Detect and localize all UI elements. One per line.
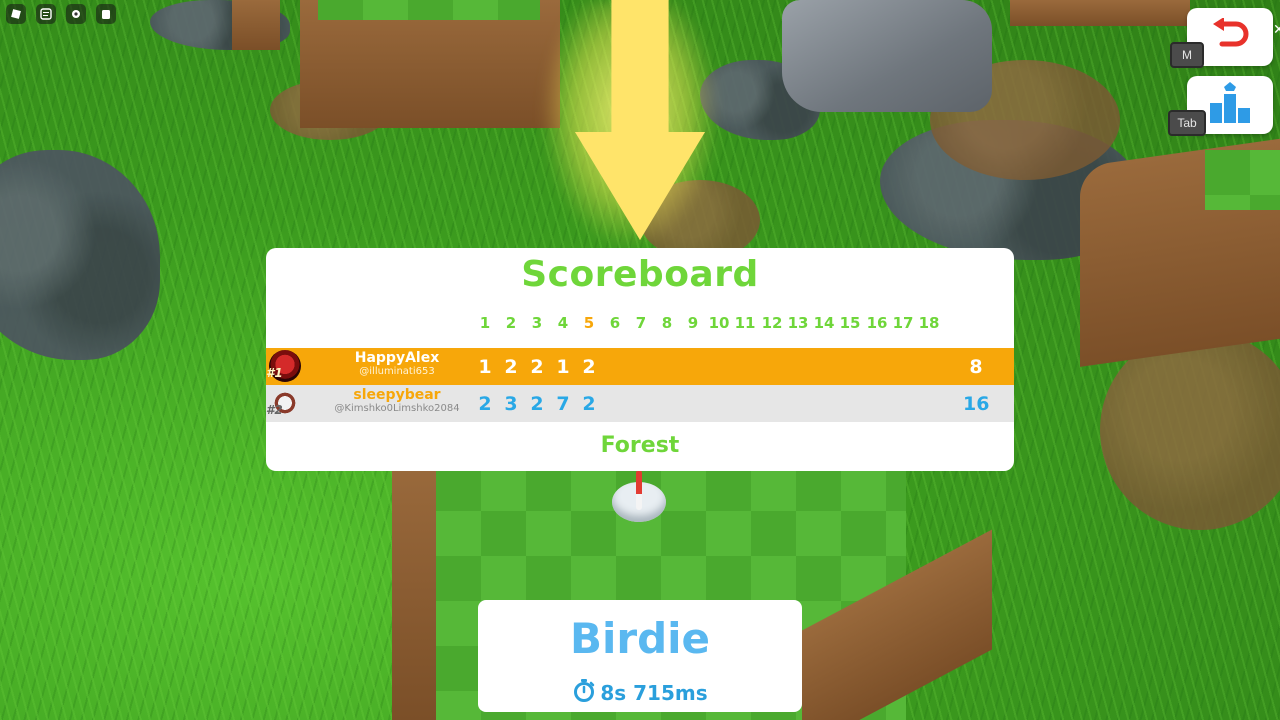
hole-number: 1 — [479, 314, 491, 332]
course-green — [318, 0, 540, 20]
hole-number: 2 — [505, 314, 517, 332]
course-wall — [232, 0, 280, 50]
scoreboard-title: Scoreboard — [521, 254, 759, 295]
result-time: 8s 715ms — [478, 678, 802, 707]
player-name: HappyAlex — [354, 350, 440, 366]
hole-score: 7 — [556, 393, 570, 415]
hole-score: 2 — [530, 356, 544, 378]
player-rank: #2 — [266, 403, 283, 417]
backpack-icon[interactable] — [96, 4, 116, 24]
leaderboard-key-hint: Tab — [1168, 110, 1206, 136]
hole-number: 15 — [839, 314, 861, 332]
hole-score: 2 — [478, 393, 492, 415]
player-name: sleepybear — [353, 387, 441, 403]
settings-icon[interactable] — [66, 4, 86, 24]
hole-number: 3 — [531, 314, 543, 332]
hole-score: 2 — [582, 356, 596, 378]
hole-number: 13 — [787, 314, 809, 332]
hole-score: 2 — [582, 393, 596, 415]
course-wall — [1010, 0, 1190, 26]
reset-key-hint: M — [1170, 42, 1204, 68]
hole-number: 8 — [661, 314, 673, 332]
player-username: @Kimshko0Limshko2084 — [334, 403, 460, 414]
player-rank: #1 — [266, 366, 283, 380]
hole-number: 16 — [866, 314, 888, 332]
hole-number: 9 — [687, 314, 699, 332]
hole-score: 2 — [504, 356, 518, 378]
total-score: 8 — [969, 356, 983, 378]
hole-score: 3 — [504, 393, 518, 415]
hole-number: 10 — [708, 314, 730, 332]
player-username: @illuminati653 — [359, 366, 435, 377]
player-row: #1 HappyAlex @illuminati653 1 2 2 1 2 8 — [266, 348, 1014, 385]
hole-number: 18 — [918, 314, 940, 332]
boulder — [782, 0, 992, 112]
hole-score: 2 — [530, 393, 544, 415]
hole-number: 11 — [734, 314, 756, 332]
current-hole-number: 5 — [583, 314, 595, 332]
hole-number: 6 — [609, 314, 621, 332]
total-score: 16 — [963, 393, 990, 415]
roblox-menu-icon[interactable] — [6, 4, 26, 24]
hole-number: 14 — [813, 314, 835, 332]
course-name: Forest — [600, 433, 680, 458]
hole-number: 4 — [557, 314, 569, 332]
player-row: #2 sleepybear @Kimshko0Limshko2084 2 3 2… — [266, 385, 1014, 422]
hole-number: 12 — [761, 314, 783, 332]
podium-icon — [1206, 81, 1254, 129]
scoreboard-panel: Scoreboard 1 2 3 4 5 6 7 8 9 10 11 12 13… — [266, 248, 1014, 471]
hole-number: 7 — [635, 314, 647, 332]
overflow-icon: ✕ — [1273, 22, 1280, 38]
stopwatch-icon — [572, 678, 596, 707]
roblox-topbar — [6, 4, 116, 24]
hole-number: 17 — [892, 314, 914, 332]
course-wall — [392, 460, 442, 720]
chat-icon[interactable] — [36, 4, 56, 24]
result-popup: Birdie 8s 715ms — [478, 600, 802, 712]
undo-icon — [1210, 17, 1250, 56]
hole-score: 1 — [556, 356, 570, 378]
hole-flag — [636, 470, 642, 510]
course-green — [1205, 150, 1280, 210]
hole-score: 1 — [478, 356, 492, 378]
result-title: Birdie — [569, 614, 711, 663]
result-time-value: 8s 715ms — [600, 680, 708, 705]
